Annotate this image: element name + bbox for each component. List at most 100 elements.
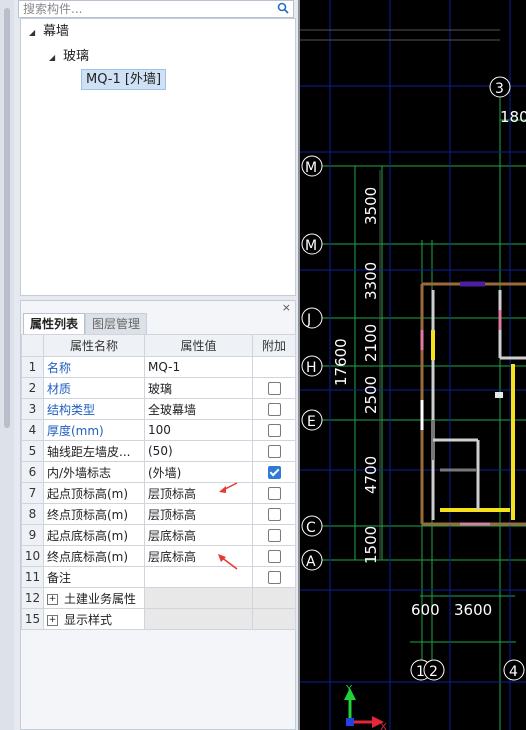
axis-label-A: A xyxy=(306,554,316,570)
row-number: 7 xyxy=(21,482,44,504)
property-value xyxy=(144,587,253,609)
extra-checkbox[interactable] xyxy=(267,445,281,458)
property-value[interactable]: 层顶标高 xyxy=(144,503,253,525)
table-row[interactable]: 10 终点底标高(m) 层底标高 xyxy=(21,545,296,567)
extra-cell xyxy=(252,419,296,441)
extra-cell xyxy=(252,356,296,378)
group-label: 土建业务属性 xyxy=(64,591,137,606)
row-number: 11 xyxy=(21,566,44,588)
property-group-name: + 土建业务属性 xyxy=(43,587,145,609)
annotation-arrow-icon xyxy=(218,554,238,570)
table-row[interactable]: 1 名称 MQ-1 xyxy=(21,356,296,378)
column-header-name: 属性名称 xyxy=(43,334,145,357)
extra-checkbox-checked[interactable] xyxy=(267,466,281,479)
tree-node-glass[interactable]: ◢ 玻璃 xyxy=(49,46,89,68)
row-number: 5 xyxy=(21,440,44,462)
extra-checkbox[interactable] xyxy=(267,571,281,584)
table-header-row: 属性名称 属性值 附加 xyxy=(21,334,296,357)
group-label: 显示样式 xyxy=(64,612,113,627)
extra-cell xyxy=(252,566,296,588)
property-name: 名称 xyxy=(43,356,145,378)
tab-property-list[interactable]: 属性列表 xyxy=(23,313,86,334)
table-row[interactable]: 7 起点顶标高(m) 层顶标高 xyxy=(21,482,296,504)
tree-node-mq1[interactable]: MQ-1 [外墙] xyxy=(81,69,167,91)
dimension-label: 1500 xyxy=(362,526,380,564)
props-tabs: 属性列表 图层管理 xyxy=(23,313,148,334)
column-header-extra: 附加 xyxy=(252,334,296,357)
table-row[interactable]: 3 结构类型 全玻幕墙 xyxy=(21,398,296,420)
ucs-y-label: Y xyxy=(345,684,353,695)
property-value[interactable]: 100 xyxy=(144,419,253,441)
dimension-total-label: 17600 xyxy=(332,338,350,386)
row-number: 9 xyxy=(21,524,44,546)
property-name: 终点顶标高(m) xyxy=(43,503,145,525)
dimension-label: 180 xyxy=(500,108,526,126)
collapse-icon[interactable]: ◢ xyxy=(49,47,63,69)
extra-cell xyxy=(252,524,296,546)
tree-node-curtain-wall[interactable]: ◢ 幕墙 xyxy=(29,21,69,43)
axis-label-C: C xyxy=(306,520,316,536)
annotation-arrow-icon xyxy=(219,482,238,493)
row-number: 10 xyxy=(21,545,44,567)
row-number: 2 xyxy=(21,377,44,399)
collapse-icon[interactable]: ◢ xyxy=(29,22,43,44)
row-number: 3 xyxy=(21,398,44,420)
property-value[interactable]: (50) xyxy=(144,440,253,462)
axis-label-M1: M xyxy=(305,160,317,176)
extra-checkbox[interactable] xyxy=(267,550,281,563)
property-name: 起点顶标高(m) xyxy=(43,482,145,504)
axis-label-J: J xyxy=(306,312,311,328)
property-name: 终点底标高(m) xyxy=(43,545,145,567)
row-number: 6 xyxy=(21,461,44,483)
property-value xyxy=(144,608,253,630)
table-row[interactable]: 9 起点底标高(m) 层底标高 xyxy=(21,524,296,546)
axis-bubble-top-3: 3 xyxy=(489,76,511,98)
row-number: 12 xyxy=(21,587,44,609)
ucs-x-label: X xyxy=(380,722,387,730)
table-row[interactable]: 8 终点顶标高(m) 层顶标高 xyxy=(21,503,296,525)
row-number-header xyxy=(21,334,44,357)
table-row[interactable]: 4 厚度(mm) 100 xyxy=(21,419,296,441)
row-number: 15 xyxy=(21,608,44,630)
extra-checkbox[interactable] xyxy=(267,487,281,500)
property-value[interactable]: 玻璃 xyxy=(144,377,253,399)
table-row[interactable]: 6 内/外墙标志 (外墙) xyxy=(21,461,296,483)
extra-cell xyxy=(252,461,296,483)
extra-checkbox[interactable] xyxy=(267,403,281,416)
cad-drawing-canvas[interactable]: 3 180 M M J H E C A 3500 3300 2100 2500 … xyxy=(300,0,526,730)
expand-icon[interactable]: + xyxy=(47,614,58,626)
extra-cell xyxy=(252,398,296,420)
dimension-label: 2100 xyxy=(362,324,380,362)
property-name: 起点底标高(m) xyxy=(43,524,145,546)
component-tree: ◢ 幕墙 ◢ 玻璃 MQ-1 [外墙] xyxy=(20,18,296,296)
search-icon[interactable] xyxy=(277,2,289,17)
extra-cell xyxy=(252,503,296,525)
extra-checkbox[interactable] xyxy=(267,424,281,437)
extra-checkbox[interactable] xyxy=(267,382,281,395)
close-icon[interactable]: × xyxy=(282,301,291,314)
property-name: 结构类型 xyxy=(43,398,145,420)
property-value[interactable]: 层底标高 xyxy=(144,524,253,546)
table-row[interactable]: 2 材质 玻璃 xyxy=(21,377,296,399)
table-row[interactable]: 11 备注 xyxy=(21,566,296,588)
expand-icon[interactable]: + xyxy=(47,593,58,605)
property-name: 厚度(mm) xyxy=(43,419,145,441)
table-row-group[interactable]: 12 + 土建业务属性 xyxy=(21,587,296,609)
extra-checkbox[interactable] xyxy=(267,508,281,521)
property-value[interactable]: MQ-1 xyxy=(144,356,253,378)
axis-label-1: 1 xyxy=(416,664,425,680)
left-scrollbar[interactable] xyxy=(4,8,10,428)
search-input[interactable] xyxy=(19,1,267,17)
dimension-label: 4700 xyxy=(362,456,380,494)
tab-layer-management[interactable]: 图层管理 xyxy=(85,313,148,334)
property-value[interactable]: 全玻幕墙 xyxy=(144,398,253,420)
ucs-axis-icon: Y X xyxy=(344,684,387,730)
table-row[interactable]: 5 轴线距左墙皮... (50) xyxy=(21,440,296,462)
dimension-label: 2500 xyxy=(362,376,380,414)
table-row-group[interactable]: 15 + 显示样式 xyxy=(21,608,296,630)
property-name: 材质 xyxy=(43,377,145,399)
search-box xyxy=(18,0,294,18)
extra-checkbox[interactable] xyxy=(267,529,281,542)
property-name: 备注 xyxy=(43,566,145,588)
extra-cell xyxy=(252,587,296,609)
